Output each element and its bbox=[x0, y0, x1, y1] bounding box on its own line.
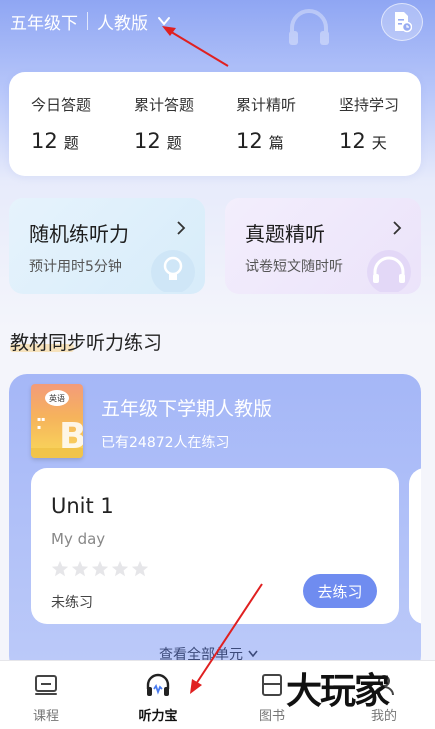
stat-today: 今日答题 12 题 bbox=[31, 94, 91, 153]
tab-label: 听力宝 bbox=[138, 709, 178, 724]
grade-selector[interactable]: 五年级下 人教版 bbox=[10, 8, 172, 34]
cover-publisher-strip bbox=[31, 448, 83, 458]
stat-total-listening: 累计精听 12 篇 bbox=[236, 94, 296, 153]
card-title: 真题精听 bbox=[245, 222, 325, 246]
grade-label: 五年级下 bbox=[10, 13, 78, 34]
stat-unit: 天 bbox=[371, 134, 387, 152]
chevron-right-icon bbox=[393, 221, 402, 235]
stat-label: 坚持学习 bbox=[339, 96, 400, 114]
card-subtitle: 试卷短文随时听 bbox=[245, 259, 343, 275]
book-icon bbox=[262, 674, 282, 696]
course-icon bbox=[35, 675, 57, 695]
cover-badge: 英语 bbox=[45, 390, 69, 406]
stat-value: 12 bbox=[134, 129, 161, 153]
star-icon bbox=[131, 560, 149, 577]
divider bbox=[87, 12, 88, 30]
stat-label: 累计精听 bbox=[236, 96, 297, 114]
unit-card[interactable]: Unit 1 My day 未练习 去练习 bbox=[31, 468, 399, 624]
stat-value: 12 bbox=[236, 129, 263, 153]
next-unit-card-peek[interactable] bbox=[409, 468, 421, 624]
stat-value: 12 bbox=[31, 129, 58, 153]
stats-card: 今日答题 12 题 累计答题 12 题 累计精听 12 篇 坚持学习 12 天 bbox=[9, 72, 421, 176]
random-practice-card[interactable]: 随机练听力 预计用时5分钟 bbox=[9, 198, 205, 294]
star-icon bbox=[91, 560, 109, 577]
unit-title: Unit 1 bbox=[51, 494, 114, 518]
card-subtitle: 预计用时5分钟 bbox=[29, 259, 122, 275]
book-title: 五年级下学期人教版 bbox=[101, 398, 273, 420]
stat-streak: 坚持学习 12 天 bbox=[339, 94, 399, 153]
stat-label: 累计答题 bbox=[134, 96, 195, 114]
star-rating bbox=[51, 560, 149, 578]
section-title-text: 教材同步听力练习 bbox=[10, 332, 163, 354]
stat-total-answers: 累计答题 12 题 bbox=[134, 94, 194, 153]
real-exam-card[interactable]: 真题精听 试卷短文随时听 bbox=[225, 198, 421, 294]
learner-count: 已有24872人在练习 bbox=[101, 435, 230, 451]
document-clock-icon bbox=[395, 12, 412, 33]
star-icon bbox=[51, 560, 69, 577]
stat-label: 今日答题 bbox=[31, 96, 92, 114]
headphones-decoration-icon bbox=[289, 9, 329, 45]
unit-status: 未练习 bbox=[51, 595, 93, 611]
stat-unit: 题 bbox=[166, 134, 182, 152]
section-title: 教材同步听力练习 bbox=[10, 328, 162, 355]
records-button[interactable] bbox=[381, 3, 423, 41]
textbook-card[interactable]: 英语 ▪▪ ▪ B 五年级下学期人教版 已有24872人在练习 Unit 1 My… bbox=[9, 374, 421, 674]
unit-subtitle: My day bbox=[51, 530, 106, 548]
cover-decoration: ▪▪ ▪ bbox=[37, 416, 46, 431]
lightbulb-decoration-icon bbox=[151, 250, 195, 292]
watermark: 大玩家 bbox=[286, 671, 390, 712]
edition-label: 人教版 bbox=[97, 13, 148, 34]
chevron-down-icon bbox=[248, 650, 258, 658]
chevron-right-icon bbox=[177, 221, 186, 235]
star-icon bbox=[111, 560, 129, 577]
stat-unit: 篇 bbox=[268, 134, 284, 152]
tab-label: 课程 bbox=[32, 709, 59, 724]
stat-unit: 题 bbox=[63, 134, 79, 152]
headphones-decoration-icon bbox=[367, 250, 411, 292]
star-icon bbox=[71, 560, 89, 577]
book-cover[interactable]: 英语 ▪▪ ▪ B bbox=[31, 384, 83, 458]
headphones-icon bbox=[146, 673, 170, 696]
practice-button[interactable]: 去练习 bbox=[303, 574, 377, 608]
tab-course[interactable]: 课程 bbox=[0, 661, 96, 729]
stat-value: 12 bbox=[339, 129, 366, 153]
tab-listening[interactable]: 听力宝 bbox=[108, 661, 208, 729]
card-title: 随机练听力 bbox=[29, 222, 129, 246]
chevron-down-icon[interactable] bbox=[156, 13, 172, 29]
